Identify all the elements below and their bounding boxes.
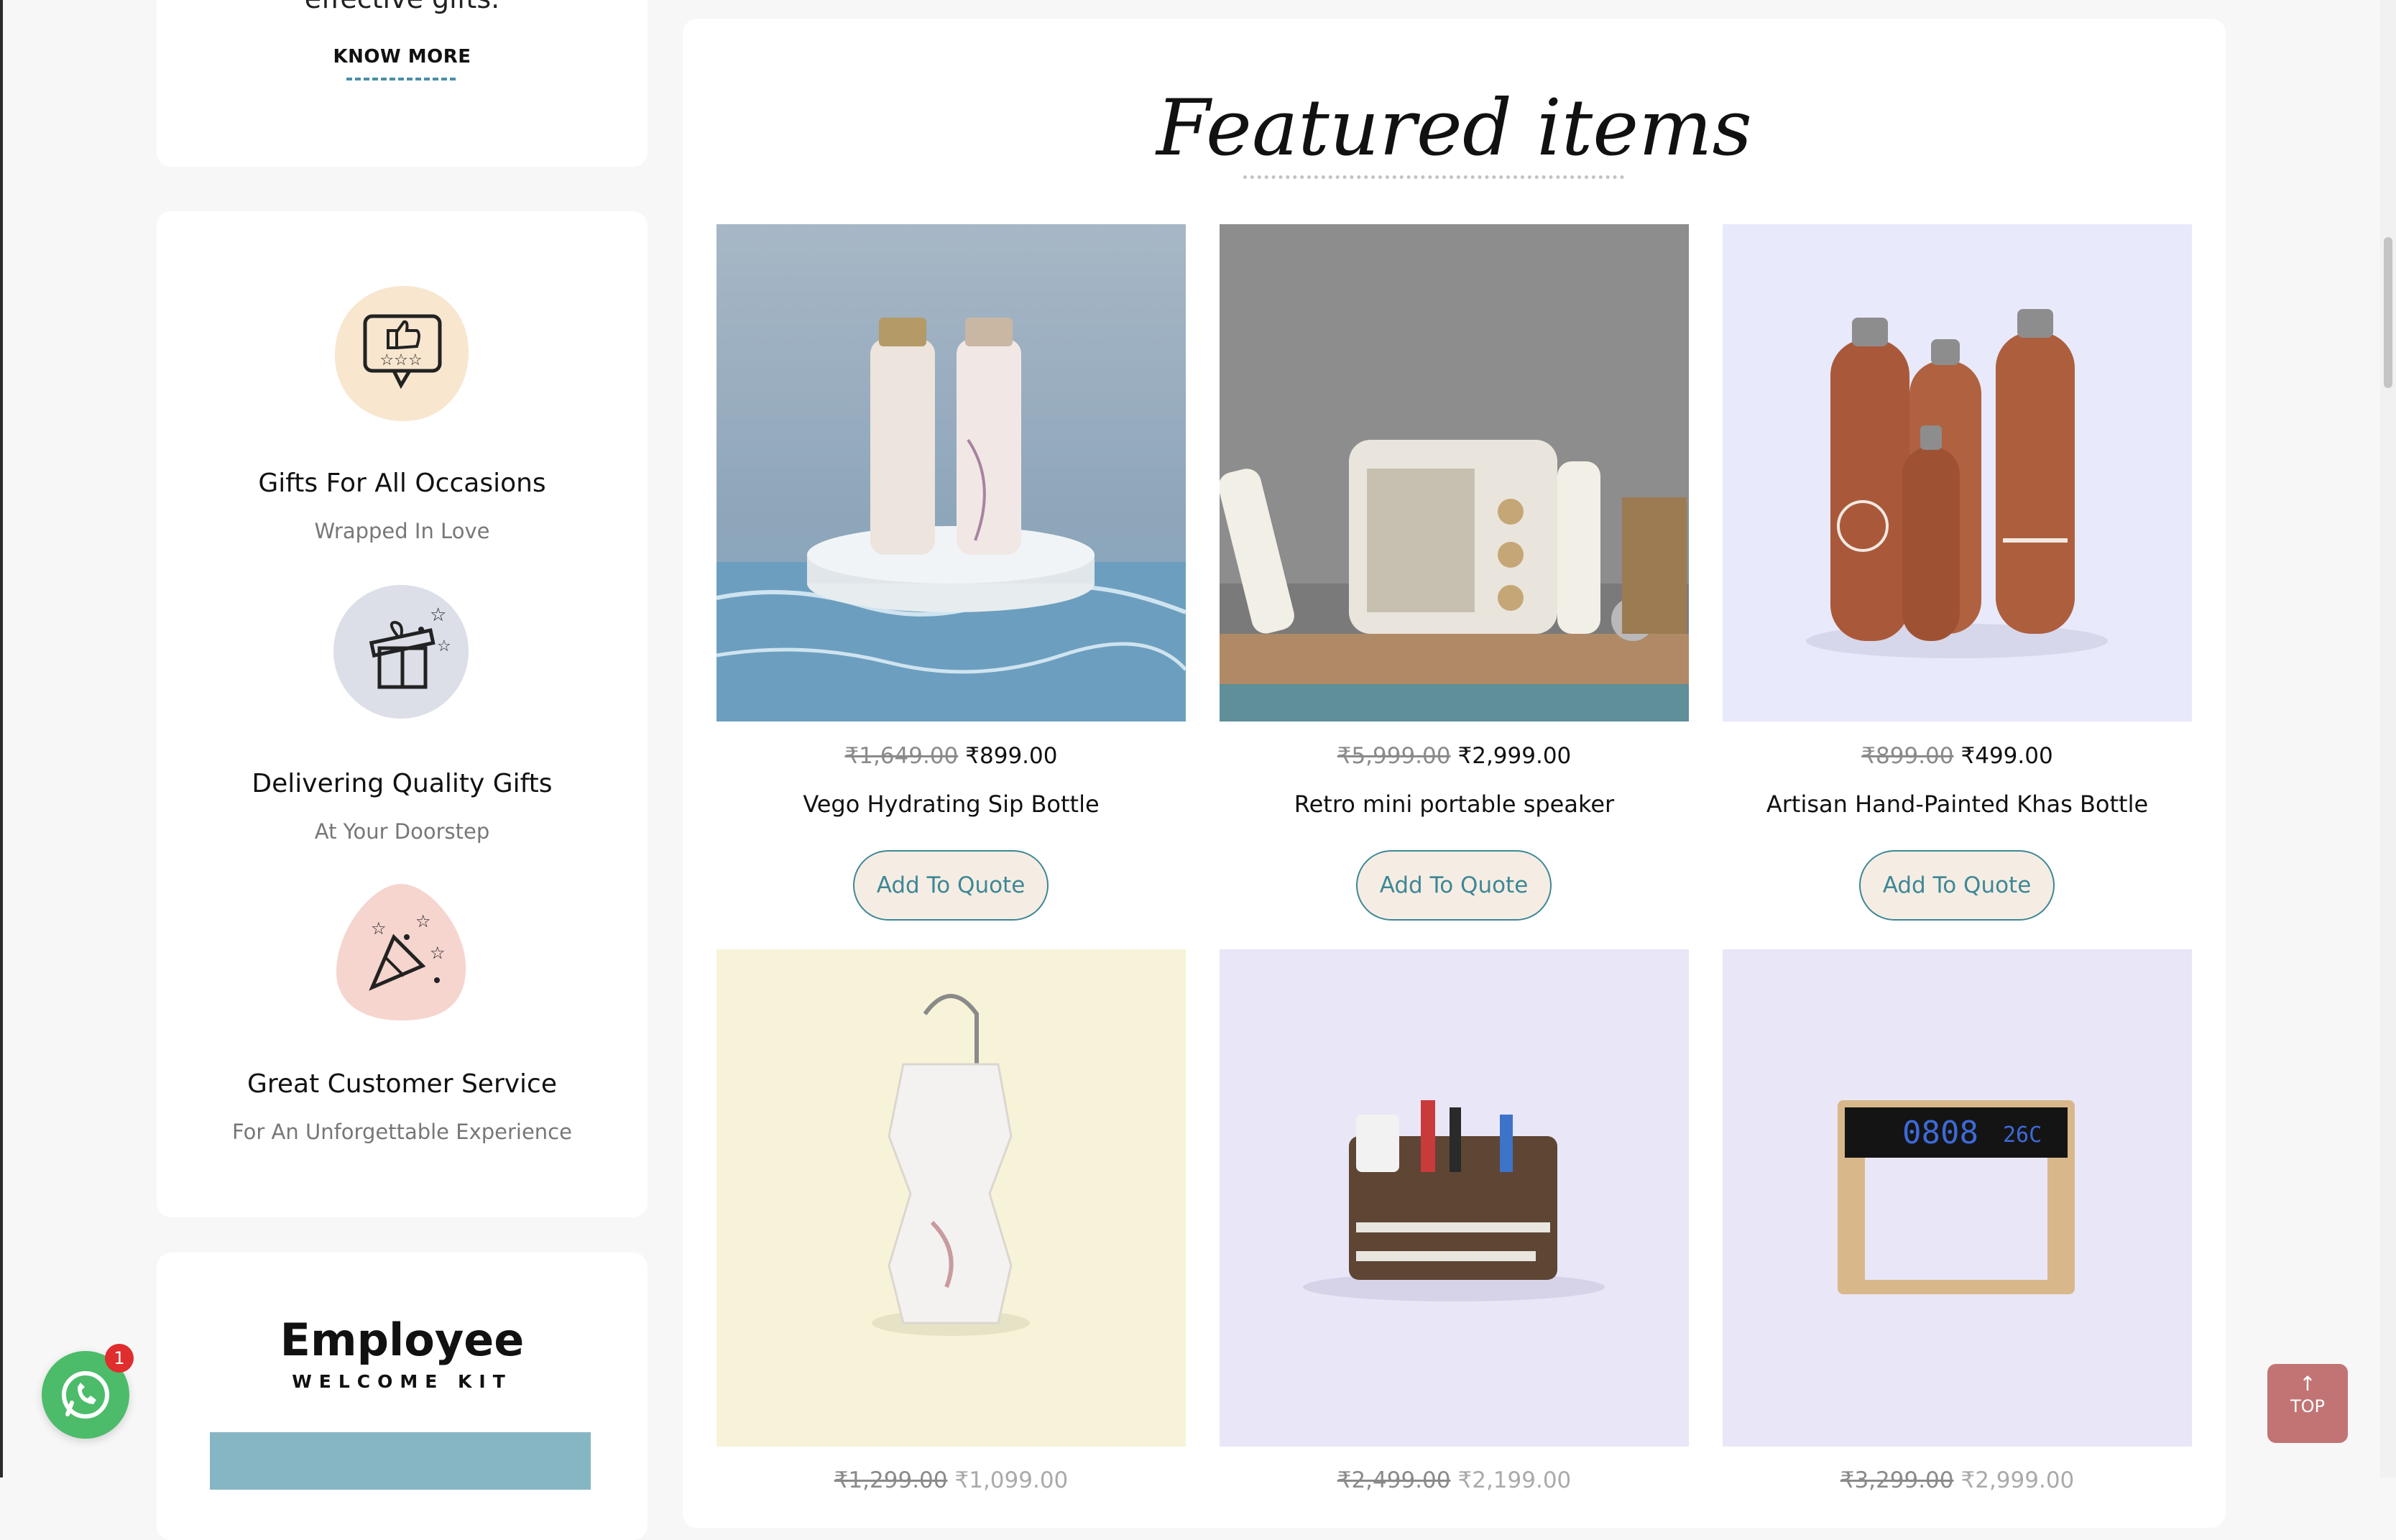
sale-price: ₹2,999.00: [1457, 743, 1572, 769]
party-popper-icon: ☆ ☆ ☆: [329, 880, 473, 1023]
window-left-edge: [0, 0, 3, 1477]
svg-text:☆: ☆: [430, 943, 446, 963]
product-name[interactable]: Vego Hydrating Sip Bottle: [717, 790, 1186, 818]
featured-items-section: Featured items ₹1,649.00 ₹899.00 Vego Hy…: [683, 19, 2226, 1528]
featured-heading-underline: [1243, 175, 1624, 179]
product-name[interactable]: Retro mini portable speaker: [1220, 790, 1689, 818]
scrollbar-thumb[interactable]: [2384, 237, 2392, 388]
feature-title: Great Customer Service: [246, 1069, 558, 1099]
svg-text:☆: ☆: [437, 637, 451, 655]
sale-price: ₹899.00: [965, 743, 1058, 769]
old-price: ₹3,299.00: [1840, 1467, 1954, 1493]
feature-subtitle: For An Unforgettable Experience: [232, 1120, 572, 1144]
sale-price: ₹499.00: [1960, 743, 2053, 769]
thumbs-up-review-icon: ☆☆☆: [329, 280, 473, 424]
features-card: ☆☆☆ Gifts For All Occasions Wrapped In L…: [157, 211, 648, 1217]
feature-title: Gifts For All Occasions: [258, 469, 546, 498]
gift-box-icon: ☆ ☆: [329, 579, 473, 723]
intro-card: effective gifts. KNOW MORE: [157, 0, 648, 167]
product-name[interactable]: Artisan Hand-Painted Khas Bottle: [1723, 790, 2192, 818]
feature-subtitle: At Your Doorstep: [314, 819, 490, 844]
employee-title: Employee: [280, 1314, 525, 1366]
featured-heading: Featured items: [1156, 83, 1752, 173]
svg-text:26C: 26C: [2003, 1122, 2042, 1148]
svg-text:☆☆☆: ☆☆☆: [379, 351, 422, 369]
product-image[interactable]: [717, 224, 1186, 721]
intro-text: effective gifts.: [157, 0, 648, 14]
product-image[interactable]: 0808 26C: [1723, 949, 2192, 1447]
employee-kit-image: [210, 1432, 591, 1490]
sale-price: ₹1,099.00: [954, 1467, 1069, 1493]
notification-badge: 1: [105, 1344, 134, 1373]
svg-text:☆: ☆: [371, 918, 387, 939]
know-more-link[interactable]: KNOW MORE: [157, 46, 648, 68]
product-image[interactable]: [1220, 949, 1689, 1447]
add-to-quote-button[interactable]: Add To Quote: [853, 850, 1049, 921]
old-price: ₹5,999.00: [1337, 743, 1451, 769]
svg-text:0808: 0808: [1902, 1115, 1978, 1151]
product-price: ₹2,499.00 ₹2,199.00: [1220, 1467, 1689, 1493]
feature-subtitle: Wrapped In Love: [314, 519, 490, 543]
old-price: ₹899.00: [1861, 743, 1954, 769]
back-to-top-button[interactable]: ↑ TOP: [2267, 1364, 2348, 1443]
add-to-quote-button[interactable]: Add To Quote: [1356, 850, 1552, 921]
product-image[interactable]: [1220, 224, 1689, 721]
old-price: ₹1,649.00: [844, 743, 959, 769]
feature-title: Delivering Quality Gifts: [252, 769, 553, 798]
sale-price: ₹2,199.00: [1457, 1467, 1572, 1493]
product-price: ₹899.00 ₹499.00: [1723, 743, 2192, 769]
scrollbar[interactable]: [2380, 0, 2396, 1477]
product-price: ₹5,999.00 ₹2,999.00: [1220, 743, 1689, 769]
sale-price: ₹2,999.00: [1960, 1467, 2075, 1493]
product-price: ₹3,299.00 ₹2,999.00: [1723, 1467, 2192, 1493]
product-image[interactable]: [1723, 224, 2192, 721]
old-price: ₹1,299.00: [834, 1467, 948, 1493]
product-price: ₹1,649.00 ₹899.00: [717, 743, 1186, 769]
employee-subtitle: WELCOME KIT: [292, 1371, 512, 1392]
old-price: ₹2,499.00: [1337, 1467, 1451, 1493]
add-to-quote-button[interactable]: Add To Quote: [1859, 850, 2055, 921]
employee-kit-card[interactable]: Employee WELCOME KIT: [157, 1253, 648, 1540]
arrow-up-icon: ↑: [2299, 1372, 2316, 1396]
top-label: TOP: [2290, 1396, 2326, 1416]
svg-text:☆: ☆: [430, 604, 446, 626]
svg-text:☆: ☆: [415, 911, 431, 931]
product-price: ₹1,299.00 ₹1,099.00: [717, 1467, 1186, 1493]
know-more-underline: [346, 78, 456, 80]
product-image[interactable]: [717, 949, 1186, 1447]
